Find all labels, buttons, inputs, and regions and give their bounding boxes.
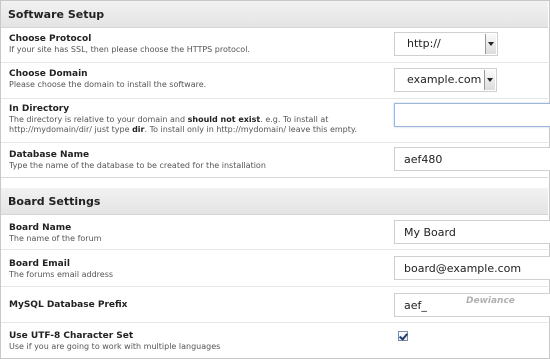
dewiance-logo: Dewiance <box>466 296 515 306</box>
utf8-description: Use if you are going to work with multip… <box>9 342 221 351</box>
database-name-label: Database Name <box>9 150 90 160</box>
domain-label: Choose Domain <box>9 69 88 79</box>
directory-input[interactable] <box>394 103 550 127</box>
directory-description: The directory is relative to your domain… <box>9 115 358 134</box>
protocol-select[interactable]: http:// <box>394 32 498 56</box>
protocol-description: If your site has SSL, then please choose… <box>9 45 250 54</box>
board-email-description: The forums email address <box>9 270 114 279</box>
board-name-input[interactable] <box>394 220 550 244</box>
utf8-checkbox[interactable] <box>398 331 408 341</box>
chevron-down-icon[interactable] <box>485 34 496 54</box>
utf8-label: Use UTF-8 Character Set <box>9 331 134 341</box>
database-name-input[interactable] <box>394 147 550 171</box>
protocol-select-value: http:// <box>407 37 441 50</box>
protocol-label: Choose Protocol <box>9 34 92 44</box>
board-email-label: Board Email <box>9 259 70 269</box>
domain-select-value: example.com <box>407 73 482 86</box>
section-title-software-setup: Software Setup <box>1 1 548 28</box>
database-name-description: Type the name of the database to be crea… <box>9 161 266 170</box>
directory-label: In Directory <box>9 104 70 114</box>
domain-select[interactable]: example.com <box>394 68 497 92</box>
board-email-input[interactable] <box>394 256 550 280</box>
chevron-down-icon[interactable] <box>484 70 495 90</box>
section-title-board-settings: Board Settings <box>1 188 548 215</box>
board-name-description: The name of the forum <box>9 234 102 243</box>
domain-description: Please choose the domain to install the … <box>9 80 207 89</box>
board-name-label: Board Name <box>9 223 72 233</box>
db-prefix-label: MySQL Database Prefix <box>9 300 128 310</box>
